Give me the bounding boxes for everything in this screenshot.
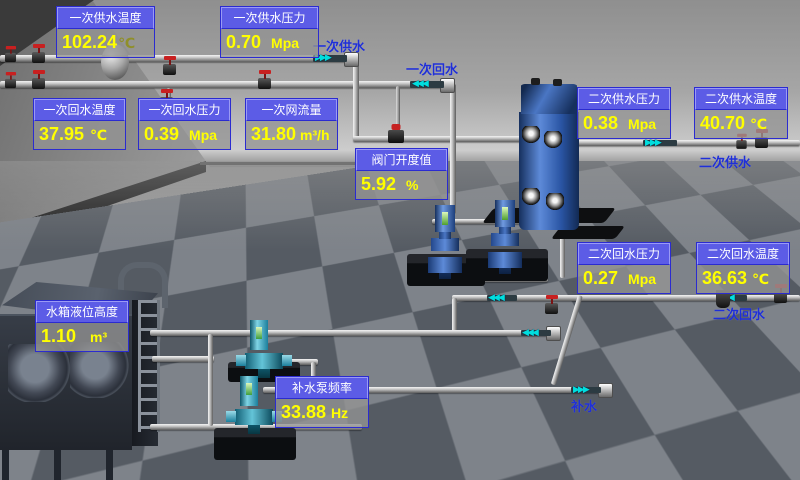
gauge-title: 二次供水压力 (578, 88, 670, 110)
gauge-value: 37.95 (39, 124, 84, 144)
gauge-value: 0.27 (583, 268, 618, 288)
gauge-title: 二次供水温度 (695, 88, 787, 110)
valve-icon[interactable] (32, 52, 45, 63)
gauge-secondary-return-temp: 二次回水温度 36.63℃ (696, 242, 790, 294)
makeup-pump-2[interactable] (226, 376, 282, 438)
pipe-secondary-return-drop (452, 298, 457, 334)
gauge-value: 33.88 (281, 402, 326, 422)
valve-icon[interactable] (5, 53, 16, 62)
valve-icon[interactable] (258, 78, 271, 89)
gauge-makeup-pump-freq: 补水泵频率 33.88Hz (275, 376, 369, 428)
gauge-value: 0.39 (144, 124, 179, 144)
circulation-pump-2[interactable] (487, 200, 523, 274)
gauge-unit: m³ (90, 327, 107, 347)
gauge-value: 36.63 (702, 268, 747, 288)
tank-ladder (138, 300, 160, 432)
hmi-scene: ▶▶▶ ◀◀◀ ▶▶▶ ◀◀◀ ◀◀◀ ◀◀◀ ▶▶▶ 一次供水 一次回水 二次… (0, 0, 800, 480)
pipe-primary-supply-riser (353, 58, 359, 142)
gauge-title: 阀门开度值 (356, 149, 447, 171)
flow-arrow-icon: ◀◀◀ (488, 294, 503, 303)
pipe-label-secondary-return: 二次回水 (713, 304, 765, 323)
gauge-secondary-supply-pressure: 二次供水压力 0.38 Mpa (577, 87, 671, 139)
gauge-primary-return-pressure: 一次回水压力 0.39 Mpa (138, 98, 231, 150)
gauge-unit: Hz (331, 403, 348, 423)
gauge-value: 1.10 (41, 326, 76, 346)
pipe-label-primary-return: 一次回水 (406, 59, 458, 78)
valve-icon[interactable] (545, 303, 558, 314)
gauge-secondary-supply-temp: 二次供水温度 40.70℃ (694, 87, 788, 139)
gauge-unit: Mpa (628, 114, 656, 134)
makeup-pump-1[interactable] (236, 320, 292, 382)
gauge-title: 一次网流量 (246, 99, 337, 121)
gauge-unit: Mpa (271, 33, 299, 53)
gauge-title: 一次供水温度 (57, 7, 154, 29)
gauge-title: 一次回水温度 (34, 99, 125, 121)
gauge-title: 一次供水压力 (221, 7, 318, 29)
valve-icon[interactable] (32, 78, 45, 89)
pipe-tank-stub (152, 356, 214, 362)
pipe-primary-return (0, 81, 450, 88)
pipe-tank-manifold (208, 334, 213, 426)
flow-arrow-icon: ▶▶▶ (573, 386, 588, 395)
pipe-primary-return-riser (450, 84, 456, 214)
plate-heat-exchanger[interactable] (519, 84, 579, 230)
pipe-label-secondary-supply: 二次供水 (699, 152, 751, 171)
gauge-title: 水箱液位高度 (36, 301, 128, 323)
gauge-title: 补水泵频率 (276, 377, 368, 399)
gauge-unit: m³/h (300, 125, 330, 145)
gauge-secondary-return-pressure: 二次回水压力 0.27 Mpa (577, 242, 671, 294)
gauge-unit: ℃ (750, 114, 767, 134)
pipe-primary-supply-to-hx (353, 136, 533, 142)
flow-arrow-icon: ◀◀◀ (412, 80, 427, 89)
gauge-valve-opening: 阀门开度值 5.92% (355, 148, 448, 200)
pipe-label-primary-supply: 一次供水 (313, 36, 365, 55)
valve-icon[interactable] (163, 64, 176, 75)
control-valve-icon[interactable] (388, 130, 404, 143)
valve-icon[interactable] (5, 79, 16, 88)
gauge-unit: ℃ (118, 33, 135, 53)
gauge-value: 5.92 (361, 174, 396, 194)
circulation-pump-1[interactable] (427, 205, 463, 279)
gauge-value: 0.70 (226, 32, 261, 52)
pipe-label-makeup-water: 补水 (571, 396, 597, 415)
gauge-value: 40.70 (700, 113, 745, 133)
gauge-primary-supply-pressure: 一次供水压力 0.70 Mpa (220, 6, 319, 58)
tank-legs (2, 446, 132, 480)
gauge-unit: Mpa (189, 125, 217, 145)
gauge-title: 二次回水温度 (697, 243, 789, 265)
gauge-tank-level: 水箱液位高度 1.10 m³ (35, 300, 129, 352)
flow-arrow-icon: ◀◀◀ (522, 329, 537, 338)
gauge-primary-supply-temp: 一次供水温度 102.24℃ (56, 6, 155, 58)
gauge-unit: % (406, 175, 418, 195)
gauge-value: 102.24 (62, 32, 117, 52)
gauge-title: 一次回水压力 (139, 99, 230, 121)
gauge-unit: ℃ (752, 269, 769, 289)
gauge-unit: ℃ (90, 125, 107, 145)
gauge-primary-return-temp: 一次回水温度 37.95 ℃ (33, 98, 126, 150)
valve-icon[interactable] (736, 140, 746, 149)
flow-arrow-icon: ▶▶▶ (645, 139, 660, 148)
gauge-primary-flow: 一次网流量 31.80m³/h (245, 98, 338, 150)
gauge-value: 0.38 (583, 113, 618, 133)
gauge-title: 二次回水压力 (578, 243, 670, 265)
gauge-value: 31.80 (251, 124, 296, 144)
gauge-unit: Mpa (628, 269, 656, 289)
